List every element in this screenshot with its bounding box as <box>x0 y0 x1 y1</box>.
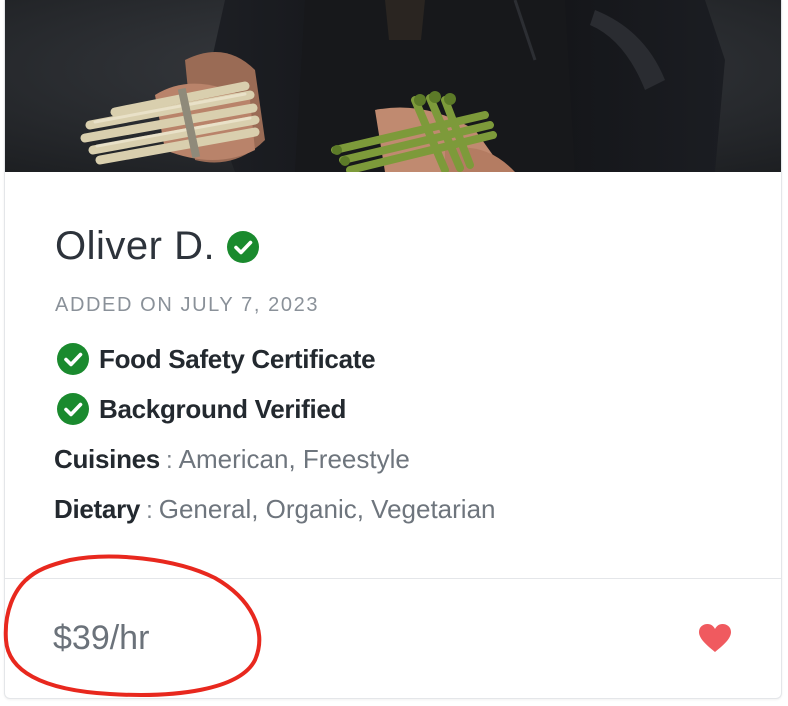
dietary-row: Dietary: General, Organic, Vegetarian <box>54 494 496 525</box>
dietary-key: Dietary <box>54 494 141 524</box>
favorite-button[interactable] <box>697 622 733 654</box>
certification-background: Background Verified <box>57 393 346 425</box>
cuisines-value: American, Freestyle <box>178 444 410 474</box>
certification-food-safety: Food Safety Certificate <box>57 343 376 375</box>
dietary-value: General, Organic, Vegetarian <box>158 494 496 524</box>
cuisines-key: Cuisines <box>54 444 160 474</box>
cuisines-row: Cuisines: American, Freestyle <box>54 444 410 475</box>
check-circle-icon <box>57 393 89 425</box>
added-date: ADDED ON JULY 7, 2023 <box>55 294 320 316</box>
chef-name: Oliver D. <box>55 224 216 268</box>
chef-card: Oliver D. ADDED ON JULY 7, 2023 Food Saf… <box>4 0 782 699</box>
cuisines-separator: : <box>165 447 173 474</box>
verified-badge-icon <box>227 230 260 263</box>
chef-photo <box>5 0 781 172</box>
footer-divider <box>5 578 781 579</box>
certification-label: Food Safety Certificate <box>99 343 376 374</box>
chef-name-row: Oliver D. <box>55 224 260 269</box>
hourly-price: $39/hr <box>53 619 150 657</box>
dietary-separator: : <box>146 497 153 524</box>
heart-icon <box>699 624 731 652</box>
check-circle-icon <box>57 343 89 375</box>
certification-label: Background Verified <box>99 393 347 424</box>
